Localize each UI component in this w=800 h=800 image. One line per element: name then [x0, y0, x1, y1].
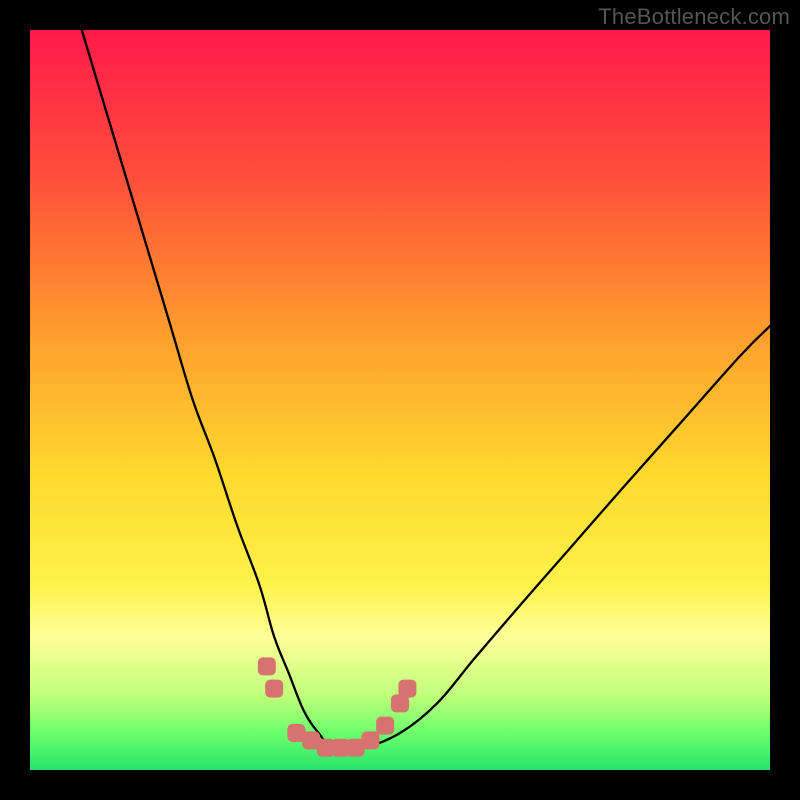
watermark-text: TheBottleneck.com — [598, 4, 790, 30]
gradient-background — [30, 30, 770, 770]
chart-frame: TheBottleneck.com — [0, 0, 800, 800]
optimum-marker — [361, 731, 379, 749]
optimum-marker — [258, 657, 276, 675]
plot-area — [30, 30, 770, 770]
optimum-marker — [398, 680, 416, 698]
optimum-marker — [376, 717, 394, 735]
optimum-marker — [265, 680, 283, 698]
chart-svg — [30, 30, 770, 770]
